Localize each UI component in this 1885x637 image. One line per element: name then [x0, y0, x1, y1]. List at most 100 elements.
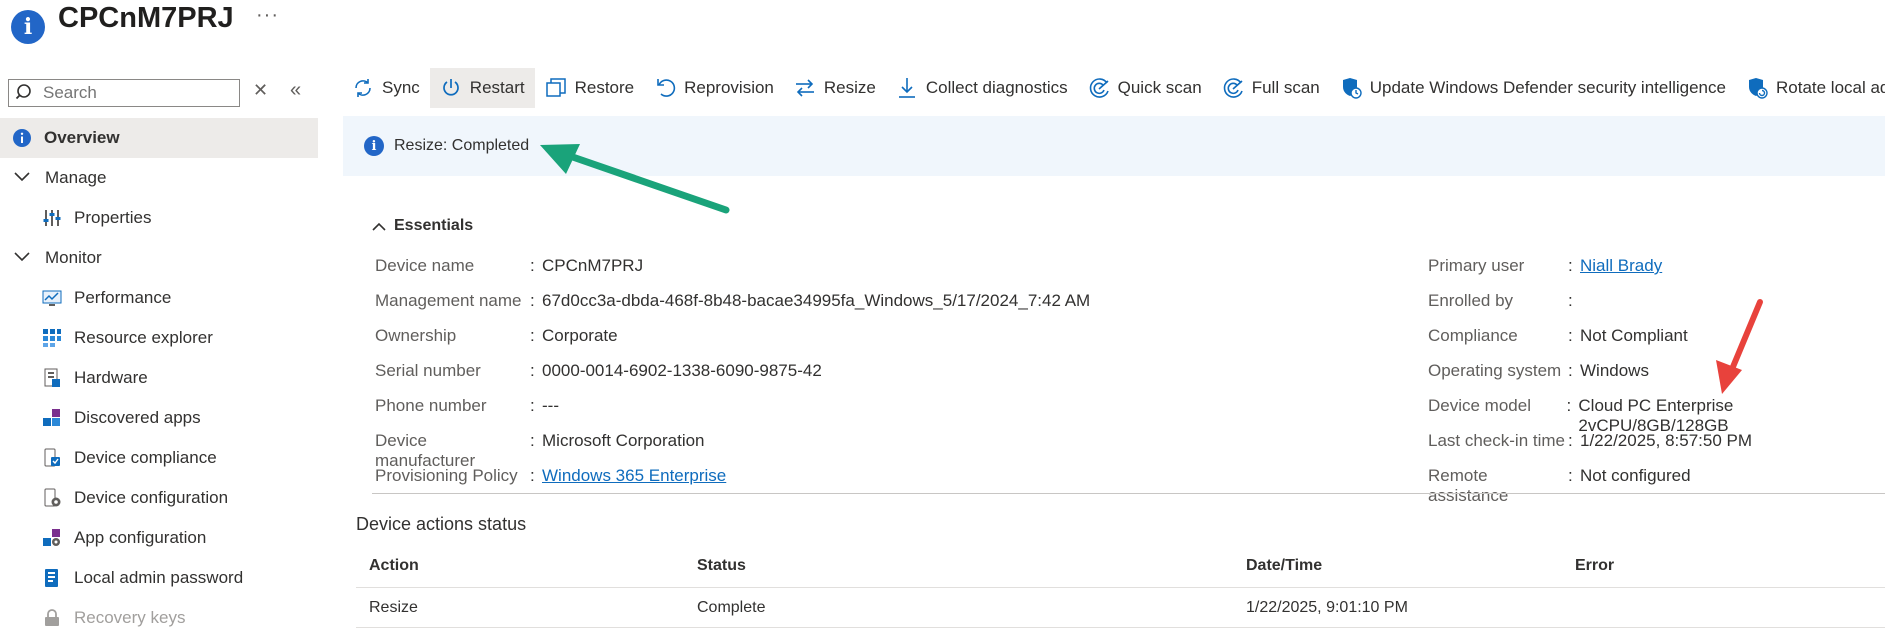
sidebar-item-label: Monitor	[45, 248, 102, 267]
full-scan-button[interactable]: Full scan	[1212, 68, 1330, 108]
chevron-down-icon	[11, 249, 33, 267]
apps-icon	[41, 407, 63, 429]
prop-ownership: Ownership : Corporate	[375, 326, 618, 345]
sidebar-item-overview[interactable]: Overview	[11, 119, 120, 157]
performance-icon	[41, 287, 63, 309]
restore-button[interactable]: Restore	[535, 68, 645, 108]
power-icon	[440, 77, 462, 99]
prop-last-check-in: Last check-in time : 1/22/2025, 8:57:50 …	[1428, 431, 1753, 450]
reprovision-button[interactable]: Reprovision	[644, 68, 784, 108]
prop-device-name: Device name : CPCnM7PRJ	[375, 256, 644, 275]
undo-icon	[654, 77, 676, 99]
sidebar-item-label: Hardware	[74, 368, 148, 387]
page-title: CPCnM7PRJ	[58, 2, 234, 34]
prop-device-model: Device model : Cloud PC Enterprise 2vCPU…	[1428, 396, 1734, 435]
shield-icon	[1340, 77, 1362, 99]
essentials-divider	[372, 493, 1885, 494]
rotate-admin-password-button[interactable]: Rotate local admin passw	[1736, 68, 1885, 108]
scan-icon	[1088, 77, 1110, 99]
prop-compliance: Compliance : Not Compliant	[1428, 326, 1688, 345]
info-icon	[11, 127, 33, 149]
properties-icon	[41, 207, 63, 229]
prop-management-name: Management name : 67d0cc3a-dbda-468f-8b4…	[375, 291, 1091, 310]
column-header-datetime[interactable]: Date/Time	[1246, 557, 1322, 575]
prop-serial-number: Serial number : 0000-0014-6902-1338-6090…	[375, 361, 822, 380]
sidebar-item-recovery-keys[interactable]: Recovery keys	[41, 599, 185, 637]
app-config-icon	[41, 527, 63, 549]
sidebar-item-label: Recovery keys	[74, 608, 186, 627]
info-icon: i	[364, 136, 384, 156]
hardware-icon	[41, 367, 63, 389]
collapse-sidebar-button[interactable]: «	[290, 79, 301, 102]
scan-icon	[1222, 77, 1244, 99]
sidebar-item-local-admin-password[interactable]: Local admin password	[41, 559, 243, 597]
sidebar-item-app-configuration[interactable]: App configuration	[41, 519, 206, 557]
prop-remote-assistance: Remote assistance : Not configured	[1428, 466, 1691, 505]
prop-provisioning-policy: Provisioning Policy : Windows 365 Enterp…	[375, 466, 726, 490]
compliance-icon	[41, 447, 63, 469]
sync-icon	[352, 77, 374, 99]
sidebar-item-label: Local admin password	[74, 568, 244, 587]
shield-icon	[1746, 77, 1768, 99]
collect-diagnostics-button[interactable]: Collect diagnostics	[886, 68, 1078, 108]
sync-button[interactable]: Sync	[342, 68, 430, 108]
prop-device-manufacturer: Device manufacturer : Microsoft Corporat…	[375, 431, 705, 470]
banner-message: Resize: Completed	[394, 137, 530, 154]
chevron-up-icon	[372, 218, 386, 234]
sidebar-item-device-configuration[interactable]: Device configuration	[41, 479, 228, 517]
sidebar-group-monitor[interactable]: Monitor	[11, 239, 102, 277]
search-input[interactable]	[41, 82, 225, 104]
restore-icon	[545, 77, 567, 99]
sidebar-group-manage[interactable]: Manage	[11, 159, 106, 197]
command-bar: Sync Restart Restore Reprovision Resize …	[342, 68, 1885, 108]
essentials-toggle[interactable]: Essentials	[372, 217, 473, 235]
quick-scan-button[interactable]: Quick scan	[1078, 68, 1212, 108]
sidebar-item-label: Manage	[45, 168, 107, 187]
chevron-down-icon	[11, 169, 33, 187]
sidebar-item-properties[interactable]: Properties	[41, 199, 151, 237]
sidebar-item-label: Performance	[74, 288, 172, 307]
sidebar-item-resource-explorer[interactable]: Resource explorer	[41, 319, 213, 357]
sidebar-item-performance[interactable]: Performance	[41, 279, 171, 317]
sidebar-item-device-compliance[interactable]: Device compliance	[41, 439, 217, 477]
search-icon	[15, 84, 31, 100]
resize-button[interactable]: Resize	[784, 68, 886, 108]
restart-button[interactable]: Restart	[429, 68, 535, 108]
sidebar-item-label: Overview	[44, 128, 120, 147]
sidebar-item-label: App configuration	[74, 528, 207, 547]
sidebar-item-label: Properties	[74, 208, 152, 227]
sidebar-item-label: Device configuration	[74, 488, 229, 507]
lock-icon	[41, 607, 63, 629]
table-cell-action: Resize	[369, 599, 418, 616]
provisioning-policy-link[interactable]: Windows 365 Enterprise	[542, 466, 726, 490]
primary-user-link[interactable]: Niall Brady	[1580, 256, 1662, 280]
prop-operating-system: Operating system : Windows	[1428, 361, 1649, 380]
table-cell-datetime: 1/22/2025, 9:01:10 PM	[1246, 599, 1408, 616]
device-info-icon: i	[11, 10, 45, 44]
table-cell-status: Complete	[697, 599, 766, 616]
configuration-icon	[41, 487, 63, 509]
resize-arrows-icon	[794, 77, 816, 99]
more-options-button[interactable]: ···	[256, 4, 279, 27]
table-row-divider	[356, 627, 1885, 628]
column-header-error[interactable]: Error	[1575, 557, 1614, 575]
update-defender-button[interactable]: Update Windows Defender security intelli…	[1330, 68, 1736, 108]
resource-explorer-icon	[41, 327, 63, 349]
annotation-arrow-red	[1716, 299, 1763, 394]
sidebar-item-label: Discovered apps	[74, 408, 201, 427]
annotation-arrow-green	[540, 144, 730, 214]
column-header-status[interactable]: Status	[697, 557, 746, 575]
sidebar-item-hardware[interactable]: Hardware	[41, 359, 148, 397]
device-actions-title: Device actions status	[356, 514, 527, 534]
sidebar-item-label: Resource explorer	[74, 328, 213, 347]
table-header-divider	[356, 587, 1885, 588]
search-box[interactable]	[8, 79, 240, 107]
prop-phone-number: Phone number : ---	[375, 396, 559, 415]
column-header-action[interactable]: Action	[369, 557, 419, 575]
prop-enrolled-by: Enrolled by :	[1428, 291, 1573, 310]
clear-search-button[interactable]: ✕	[253, 80, 268, 101]
prop-primary-user: Primary user : Niall Brady	[1428, 256, 1662, 280]
download-icon	[896, 77, 918, 99]
sidebar-item-label: Device compliance	[74, 448, 217, 467]
sidebar-item-discovered-apps[interactable]: Discovered apps	[41, 399, 201, 437]
